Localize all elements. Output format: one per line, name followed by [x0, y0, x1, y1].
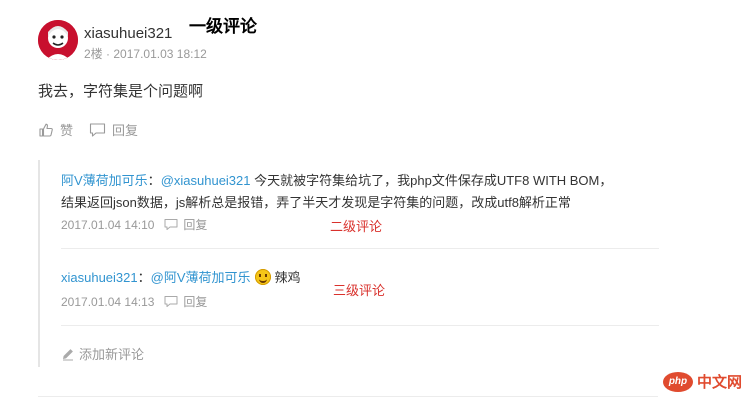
- annotation-third-level: 三级评论: [333, 283, 386, 298]
- reply-2-text: 辣鸡: [274, 270, 301, 285]
- avatar[interactable]: [38, 20, 78, 60]
- comment-username[interactable]: xiasuhuei321: [84, 25, 172, 42]
- meta-separator: ·: [106, 47, 111, 61]
- reply-1-line-1: 阿V薄荷加可乐：@xiasuhuei321 今天就被字符集给坑了，我php文件保…: [61, 170, 612, 189]
- comment-floor: 2楼: [84, 47, 103, 61]
- php-logo-icon: php: [663, 371, 693, 392]
- watermark-text: 中文网: [697, 374, 743, 391]
- reply-2-line: xiasuhuei321：@阿V薄荷加可乐 辣鸡: [61, 267, 301, 286]
- comment-bubble-icon: [89, 122, 106, 137]
- comment-content: 我去，字符集是个问题啊: [38, 83, 204, 100]
- reply-2-mention[interactable]: @阿V薄荷加可乐: [151, 270, 251, 285]
- reply-label: 回复: [112, 123, 139, 138]
- add-comment-label: 添加新评论: [79, 347, 145, 362]
- reply-divider: [61, 325, 659, 326]
- comment-meta: 2楼 · 2017.01.03 18:12: [84, 45, 207, 62]
- comment-bottom-divider: [38, 396, 658, 397]
- like-button[interactable]: 赞: [38, 120, 73, 139]
- reply-2-time: 2017.01.04 14:13: [61, 294, 155, 309]
- smiley-emoji-icon: [254, 269, 271, 285]
- reply-button[interactable]: 回复: [89, 120, 138, 139]
- reply-thread: 阿V薄荷加可乐：@xiasuhuei321 今天就被字符集给坑了，我php文件保…: [38, 160, 660, 367]
- reply-divider: [61, 248, 659, 249]
- thumbs-up-icon: [39, 123, 53, 137]
- annotation-second-level: 二级评论: [330, 219, 383, 234]
- reply-1-author[interactable]: 阿V薄荷加可乐: [61, 173, 148, 188]
- reply-2-author[interactable]: xiasuhuei321: [61, 270, 138, 285]
- like-label: 赞: [60, 123, 74, 138]
- comment-time: 2017.01.03 18:12: [113, 47, 207, 61]
- add-comment-button[interactable]: 添加新评论: [61, 344, 144, 363]
- avatar-image: [38, 20, 78, 60]
- comment-bubble-icon: [164, 219, 178, 230]
- reply-2-reply-button[interactable]: 回复: [183, 293, 207, 310]
- reply-1-colon: ：: [147, 173, 161, 188]
- reply-1-reply-button[interactable]: 回复: [183, 216, 207, 233]
- reply-2-meta: 2017.01.04 14:13 回复: [61, 293, 207, 310]
- site-watermark: php 中文网: [663, 371, 742, 392]
- annotation-first-level: 一级评论: [189, 17, 257, 36]
- reply-2-colon: ：: [137, 270, 151, 285]
- reply-1-text-2: 结果返回json数据，js解析总是报错，弄了半天才发现是字符集的问题，改成utf…: [61, 195, 571, 210]
- comment-bubble-icon: [164, 296, 178, 307]
- reply-1-time: 2017.01.04 14:10: [61, 217, 155, 232]
- reply-1-meta: 2017.01.04 14:10 回复: [61, 216, 207, 233]
- reply-1-mention[interactable]: @xiasuhuei321: [161, 173, 251, 188]
- pencil-icon: [63, 348, 73, 360]
- reply-1-text-1: 今天就被字符集给坑了，我php文件保存成UTF8 WITH BOM，: [254, 173, 613, 188]
